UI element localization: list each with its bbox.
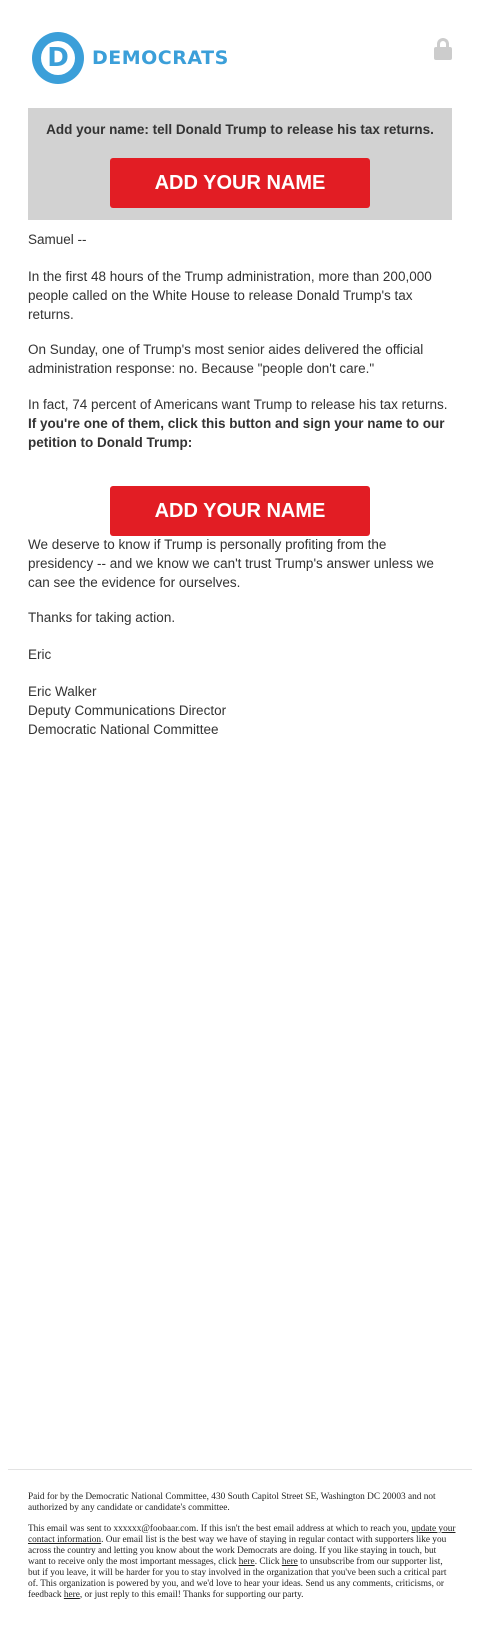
logo-d-icon: D xyxy=(32,32,84,84)
paragraph-4: We deserve to know if Trump is personall… xyxy=(28,537,434,590)
email-header: D DEMOCRATS xyxy=(0,0,480,108)
greeting: Samuel -- xyxy=(28,232,87,247)
unsubscribe-link[interactable]: here xyxy=(282,1557,298,1567)
paid-for-disclaimer: Paid for by the Democratic National Comm… xyxy=(28,1492,436,1513)
lock-icon xyxy=(434,38,452,60)
footer-notice: This email was sent to xxxxxx@foobaar.co… xyxy=(28,1524,456,1600)
signature-org: Democratic National Committee xyxy=(28,722,219,737)
signature-title: Deputy Communications Director xyxy=(28,703,227,718)
add-your-name-button[interactable]: ADD YOUR NAME xyxy=(110,486,370,536)
paragraph-1: In the first 48 hours of the Trump admin… xyxy=(28,269,432,322)
sign-off-name: Eric xyxy=(28,647,52,662)
paragraph-3: In fact, 74 percent of Americans want Tr… xyxy=(28,395,452,452)
paragraph-2: On Sunday, one of Trump's most senior ai… xyxy=(28,342,424,376)
footer-divider xyxy=(8,1469,472,1470)
feedback-link[interactable]: here xyxy=(64,1590,80,1600)
signature-name: Eric Walker xyxy=(28,684,97,699)
democrats-logo[interactable]: D DEMOCRATS xyxy=(32,30,229,86)
logo-wordmark: DEMOCRATS xyxy=(92,47,229,69)
banner-headline: Add your name: tell Donald Trump to rele… xyxy=(46,122,434,137)
add-your-name-button-top[interactable]: ADD YOUR NAME xyxy=(110,158,370,208)
important-messages-link[interactable]: here xyxy=(239,1557,255,1567)
logo-letter: D xyxy=(47,43,69,73)
petition-banner: Add your name: tell Donald Trump to rele… xyxy=(28,108,452,220)
paragraph-3-bold: If you're one of them, click this button… xyxy=(28,416,445,450)
signature-block: Eric Walker Deputy Communications Direct… xyxy=(28,682,452,739)
thanks-line: Thanks for taking action. xyxy=(28,610,176,625)
paragraph-3-plain: In fact, 74 percent of Americans want Tr… xyxy=(28,397,448,412)
